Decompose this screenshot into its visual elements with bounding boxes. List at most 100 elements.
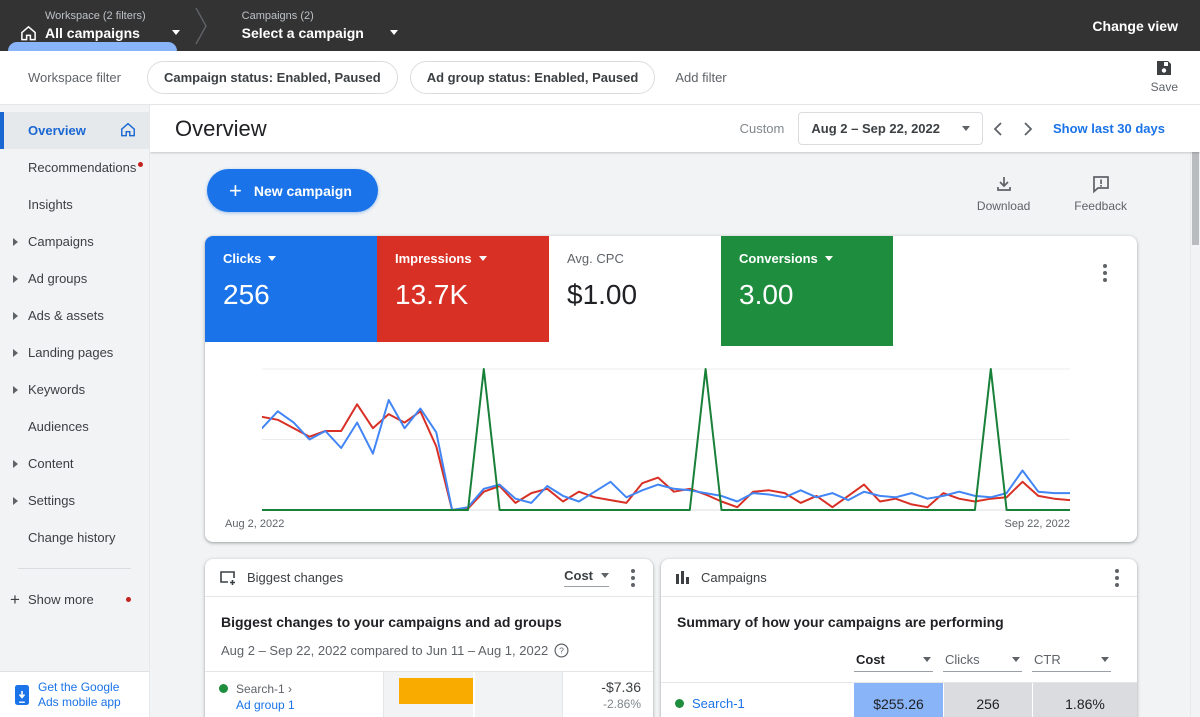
metric-card-avg-cpc[interactable]: Avg. CPC $1.00 [549,236,721,342]
download-label: Download [977,199,1030,213]
download-button[interactable]: Download [977,174,1030,213]
status-dot [219,684,228,693]
active-tab-indicator [8,42,177,51]
clicks-cell: 256 [943,683,1032,717]
sidebar-item-label: Settings [28,493,75,508]
sidebar-item-landing-pages[interactable]: Landing pages [0,334,149,371]
ad-group-status-filter-pill[interactable]: Ad group status: Enabled, Paused [410,61,656,94]
campaigns-card-menu-button[interactable] [1111,565,1123,591]
metric-label: Impressions [395,251,472,266]
change-bar-cell [383,672,562,717]
svg-text:?: ? [559,645,564,655]
chart-x-end-label: Sep 22, 2022 [1005,518,1070,530]
sidebar-item-label: Campaigns [28,234,94,249]
help-icon[interactable]: ? [554,643,569,658]
home-icon [20,25,37,41]
expand-arrow-icon [13,460,18,468]
expand-arrow-icon [13,497,18,505]
campaign-name-link[interactable]: Search-1 [692,696,745,711]
biggest-changes-menu-button[interactable] [627,565,639,591]
new-campaign-button[interactable]: + New campaign [207,169,378,212]
sidebar-divider [18,568,131,569]
sidebar-item-change-history[interactable]: Change history [0,519,149,556]
row-ad-group-link[interactable]: Ad group 1 [236,697,295,713]
sidebar-item-audiences[interactable]: Audiences [0,408,149,445]
column-header-clicks[interactable]: Clicks [943,652,1032,672]
date-range-type-label: Custom [740,121,785,136]
metric-value: 256 [223,279,377,311]
sidebar-item-ad-groups[interactable]: Ad groups [0,260,149,297]
metric-value: $1.00 [567,279,721,311]
add-filter-button[interactable]: Add filter [675,70,726,85]
column-header-cost[interactable]: Cost [854,652,943,672]
previous-period-button[interactable] [983,114,1013,144]
metric-value: 13.7K [395,279,549,311]
metric-card-impressions[interactable]: Impressions 13.7K [377,236,549,342]
feedback-icon [1091,174,1111,194]
biggest-changes-metric-selector[interactable]: Cost [564,568,609,587]
campaign-status-filter-pill[interactable]: Campaign status: Enabled, Paused [147,61,398,94]
page-title: Overview [175,116,267,142]
row-campaign-link[interactable]: Search-1 › [236,681,295,697]
overview-chart [262,358,1070,516]
status-dot [675,699,684,708]
sidebar-item-insights[interactable]: Insights [0,186,149,223]
change-value: -$7.36 [563,679,641,695]
chevron-down-icon [479,256,487,261]
notification-dot [138,162,143,167]
campaigns-heading: Summary of how your campaigns are perfor… [677,614,1121,630]
biggest-changes-title: Biggest changes [247,570,343,585]
campaign-selector[interactable]: Campaigns (2) Select a campaign [222,0,408,51]
sidebar-item-label: Keywords [28,382,85,397]
mobile-phone-icon [14,684,30,706]
sidebar-navigation: Overview Recommendations Insights Campai… [0,105,150,717]
metric-label: Avg. CPC [567,251,624,266]
metric-card-conversions[interactable]: Conversions 3.00 [721,236,893,346]
campaigns-card: Campaigns Summary of how your campaigns … [661,559,1137,717]
overview-card-menu-button[interactable] [1099,260,1111,286]
expand-arrow-icon [13,349,18,357]
show-last-30-days-link[interactable]: Show last 30 days [1053,121,1165,136]
sidebar-item-label: Content [28,456,74,471]
ctr-cell: 1.86% [1032,683,1137,717]
date-range-selector[interactable]: Aug 2 – Sep 22, 2022 [798,112,983,145]
sidebar-item-keywords[interactable]: Keywords [0,371,149,408]
workspace-label: All campaigns [45,25,146,41]
workspace-selector[interactable]: Workspace (2 filters) All campaigns [0,0,190,51]
sidebar-item-recommendations[interactable]: Recommendations [0,149,149,186]
biggest-changes-row: Search-1 › Ad group 1 -$7.36 -2.86% [205,671,653,717]
campaign-selector-label: Select a campaign [242,25,364,41]
sidebar-item-ads-assets[interactable]: Ads & assets [0,297,149,334]
sidebar-item-settings[interactable]: Settings [0,482,149,519]
save-button[interactable]: Save [1151,59,1178,94]
vertical-scrollbar [1190,105,1200,717]
sidebar-item-label: Change history [28,530,115,545]
date-range-value: Aug 2 – Sep 22, 2022 [811,121,940,136]
page-header: Overview Custom Aug 2 – Sep 22, 2022 Sho… [150,105,1200,152]
show-more-button[interactable]: + Show more [0,581,149,618]
campaign-selector-eyebrow: Campaigns (2) [242,10,364,22]
chevron-down-icon [825,256,833,261]
campaigns-table-row: Search-1 $255.26 256 1.86% [661,682,1137,717]
chevron-down-icon [268,256,276,261]
metric-card-clicks[interactable]: Clicks 256 [205,236,377,342]
overview-card: Clicks 256 Impressions 13.7K Avg. CPC $1… [205,236,1137,542]
next-period-button[interactable] [1013,114,1043,144]
metrics-row: Clicks 256 Impressions 13.7K Avg. CPC $1… [205,236,1137,346]
feedback-label: Feedback [1074,199,1127,213]
filter-bar: Workspace filter Campaign status: Enable… [0,51,1200,105]
sidebar-item-campaigns[interactable]: Campaigns [0,223,149,260]
metric-value: 3.00 [739,279,893,311]
sidebar-item-content[interactable]: Content [0,445,149,482]
sidebar-item-label: Audiences [28,419,89,434]
campaigns-column-headers: Cost Clicks CTR [677,638,1121,672]
change-view-button[interactable]: Change view [1092,0,1178,51]
column-header-ctr[interactable]: CTR [1032,652,1121,672]
biggest-changes-icon [219,570,237,586]
mobile-app-promo-link[interactable]: Get the GoogleAds mobile app [0,671,149,717]
expand-arrow-icon [13,312,18,320]
feedback-button[interactable]: Feedback [1074,174,1127,213]
sidebar-item-overview[interactable]: Overview [0,112,149,149]
cost-cell: $255.26 [854,683,943,717]
expand-arrow-icon [13,238,18,246]
